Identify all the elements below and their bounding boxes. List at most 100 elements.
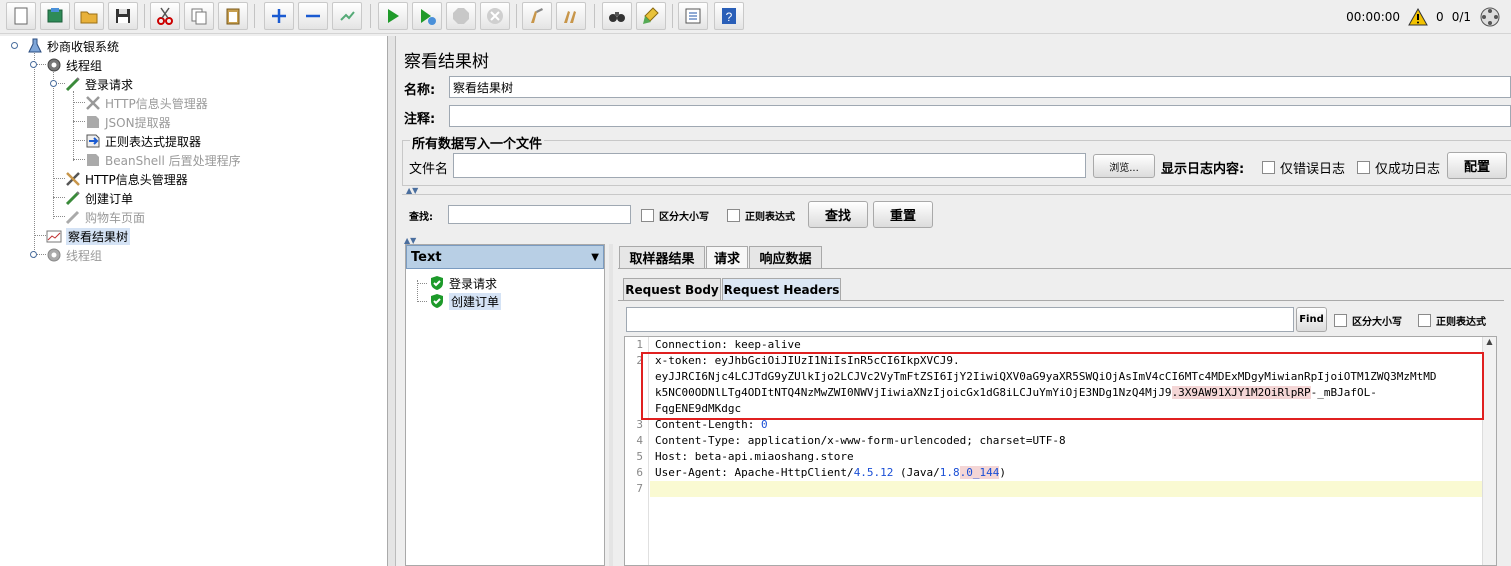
name-field[interactable]: 察看结果树 <box>449 76 1511 98</box>
tree-item-thread-group-2[interactable]: 线程组 <box>45 246 102 264</box>
success-shield-icon <box>428 293 446 309</box>
collapse-icon[interactable] <box>298 2 328 30</box>
toggle-icon[interactable] <box>332 2 362 30</box>
clear-icon[interactable] <box>522 2 552 30</box>
sampler-icon <box>64 76 82 92</box>
gear-icon <box>45 57 63 73</box>
renderer-select[interactable]: Text ▼ <box>406 245 604 269</box>
function-helper-icon[interactable] <box>678 2 708 30</box>
regex-checkbox[interactable]: 正则表达式 <box>727 208 795 223</box>
success-only-checkbox[interactable]: 仅成功日志 <box>1357 158 1440 177</box>
panel-title: 察看结果树 <box>404 52 489 72</box>
chevron-down-icon: ▼ <box>591 251 599 263</box>
remote-status-icon <box>1480 7 1500 27</box>
find-input[interactable] <box>626 307 1294 332</box>
extractor-icon <box>84 152 102 168</box>
filename-label: 文件名 <box>409 162 449 177</box>
splitter[interactable] <box>388 36 396 566</box>
tree-item-cart-page[interactable]: 购物车页面 <box>64 208 145 226</box>
line-number: 6 <box>636 466 643 479</box>
vertical-scrollbar[interactable]: ▲ <box>1482 337 1496 565</box>
line-number: 5 <box>636 450 643 463</box>
svg-text:?: ? <box>726 10 733 24</box>
line-number: 4 <box>636 434 643 447</box>
browse-button[interactable]: 浏览... <box>1093 154 1155 178</box>
tree-item-create-order[interactable]: 创建订单 <box>64 189 133 207</box>
warning-icon[interactable] <box>1408 8 1428 26</box>
current-line-highlight <box>650 481 1482 497</box>
log-content-label: 显示日志内容: <box>1161 162 1245 177</box>
start-icon[interactable] <box>378 2 408 30</box>
case-sensitive-checkbox[interactable]: 区分大小写 <box>641 208 709 223</box>
open-icon[interactable] <box>74 2 104 30</box>
result-item-login[interactable]: 登录请求 <box>428 274 497 292</box>
code-line: Host: beta-api.miaoshang.store <box>655 450 854 463</box>
paste-icon[interactable] <box>218 2 248 30</box>
search-label: 查找: <box>409 212 433 223</box>
clear-all-icon[interactable] <box>556 2 586 30</box>
success-shield-icon <box>428 275 446 291</box>
tree-item-header-manager-2[interactable]: HTTP信息头管理器 <box>64 170 188 188</box>
tab-response-data[interactable]: 响应数据 <box>749 246 822 268</box>
testplan-icon <box>26 38 44 54</box>
sampler-icon <box>64 209 82 225</box>
tree-item-json-extractor[interactable]: JSON提取器 <box>84 113 171 131</box>
help-icon[interactable]: ? <box>714 2 744 30</box>
elapsed-time: 00:00:00 <box>1346 10 1401 24</box>
toolbar: ? 00:00:00 0 0/1 <box>0 0 1511 34</box>
wrench-icon <box>64 171 82 187</box>
expand-icon[interactable] <box>264 2 294 30</box>
tree-item-header-manager[interactable]: HTTP信息头管理器 <box>84 94 208 112</box>
tab-request[interactable]: 请求 <box>706 246 748 268</box>
warning-count: 0 <box>1436 10 1444 24</box>
search-input[interactable] <box>448 205 631 224</box>
code-line: User-Agent: Apache-HttpClient/4.5.12 (Ja… <box>655 466 1007 479</box>
find-button[interactable]: Find <box>1296 307 1327 332</box>
find-case-checkbox[interactable]: 区分大小写 <box>1334 313 1402 328</box>
line-number: 1 <box>636 338 643 351</box>
tree-item-beanshell-postprocessor[interactable]: BeanShell 后置处理程序 <box>84 151 241 169</box>
listener-icon <box>45 228 63 244</box>
copy-icon[interactable] <box>184 2 214 30</box>
reset-search-icon[interactable] <box>636 2 666 30</box>
gear-icon <box>45 247 63 263</box>
comment-label: 注释: <box>404 112 436 127</box>
result-item-create-order[interactable]: 创建订单 <box>428 292 502 310</box>
line-number: 7 <box>636 482 643 495</box>
name-label: 名称: <box>404 83 436 98</box>
token-highlight-box <box>641 352 1484 420</box>
tree-item-thread-group[interactable]: 线程组 <box>45 56 102 74</box>
tree-item-test-plan[interactable]: 秒商收银系统 <box>26 37 119 55</box>
templates-icon[interactable] <box>40 2 70 30</box>
search-icon[interactable] <box>602 2 632 30</box>
tab-request-headers[interactable]: Request Headers <box>722 278 841 300</box>
start-no-timers-icon[interactable] <box>412 2 442 30</box>
sampler-icon <box>64 190 82 206</box>
new-icon[interactable] <box>6 2 36 30</box>
tree-item-login-request[interactable]: 登录请求 <box>64 75 133 93</box>
file-section-title: 所有数据写入一个文件 <box>410 133 545 152</box>
extractor-icon <box>84 133 102 149</box>
thread-count: 0/1 <box>1451 10 1471 24</box>
tab-request-body[interactable]: Request Body <box>623 278 721 300</box>
configure-button[interactable]: 配置 <box>1447 152 1507 179</box>
tab-sampler-result[interactable]: 取样器结果 <box>619 246 705 268</box>
search-button[interactable]: 查找 <box>808 201 868 228</box>
tree-item-regex-extractor[interactable]: 正则表达式提取器 <box>84 132 201 150</box>
find-regex-checkbox[interactable]: 正则表达式 <box>1418 313 1486 328</box>
comment-field[interactable] <box>449 105 1511 127</box>
errors-only-checkbox[interactable]: 仅错误日志 <box>1262 158 1345 177</box>
tree-item-view-results-tree[interactable]: 察看结果树 <box>45 227 131 245</box>
code-line: Connection: keep-alive <box>655 338 801 351</box>
status-area: 00:00:00 0 0/1 <box>1346 6 1501 28</box>
filename-field[interactable] <box>453 153 1086 178</box>
shutdown-icon[interactable] <box>480 2 510 30</box>
save-icon[interactable] <box>108 2 138 30</box>
results-splitter[interactable] <box>609 244 613 566</box>
cut-icon[interactable] <box>150 2 180 30</box>
code-line: Content-Type: application/x-www-form-url… <box>655 434 1066 447</box>
stop-icon[interactable] <box>446 2 476 30</box>
reset-button[interactable]: 重置 <box>873 201 933 228</box>
test-plan-tree: 秒商收银系统 线程组 登录请求 HTTP信息头管理器 JSON提取器 正则表达式… <box>0 36 388 566</box>
wrench-icon <box>84 95 102 111</box>
